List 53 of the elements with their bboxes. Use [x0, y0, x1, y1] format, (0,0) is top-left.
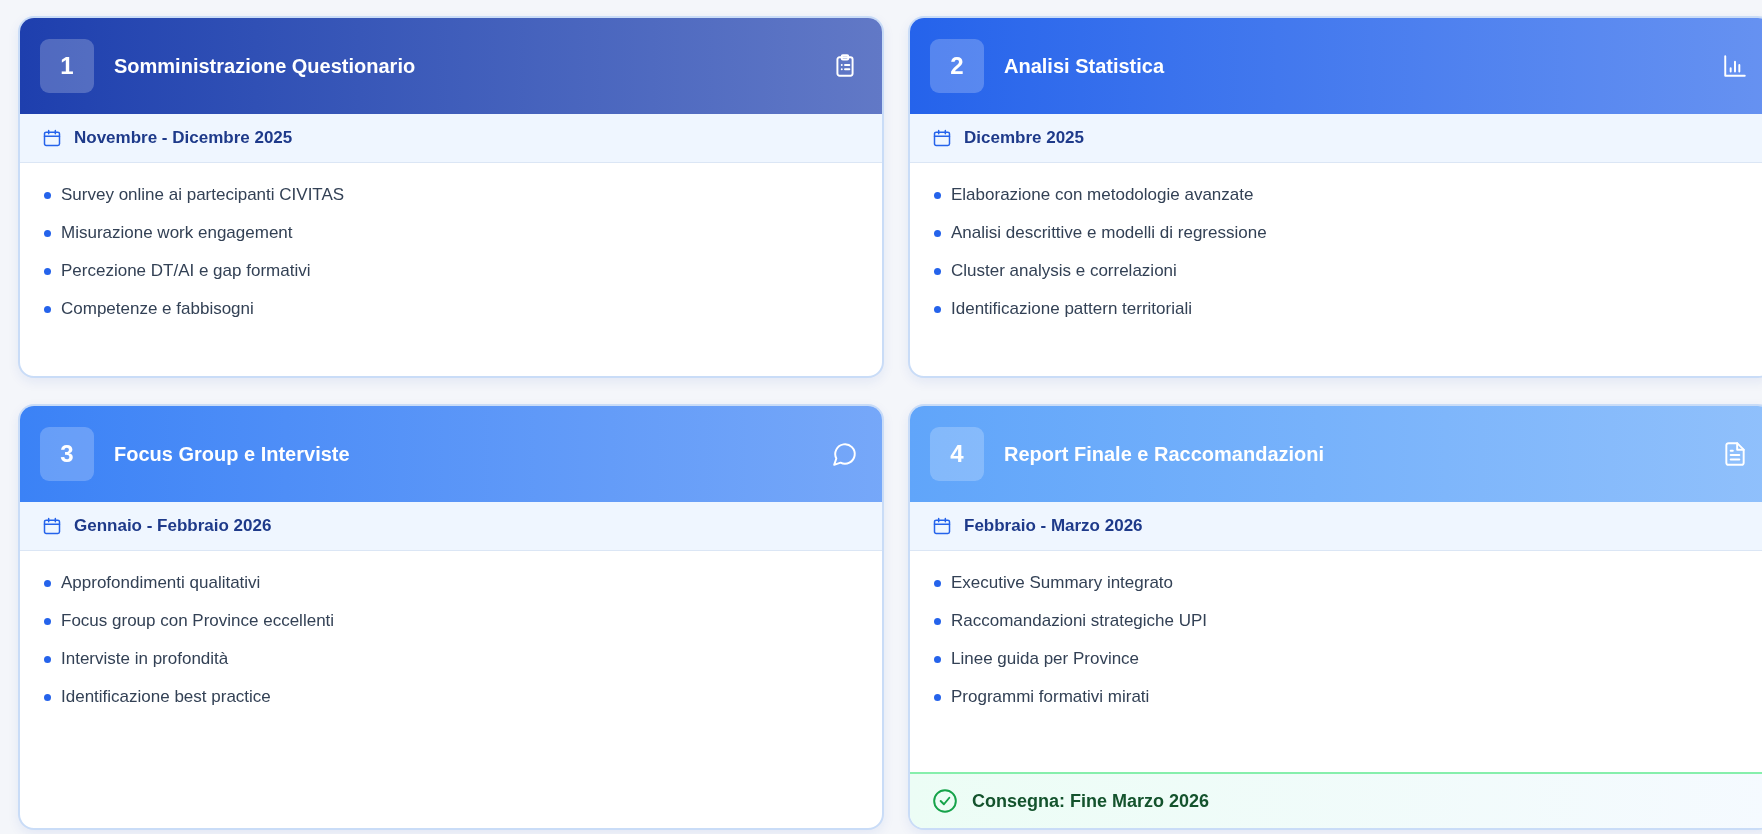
- activity-item: Identificazione best practice: [61, 687, 271, 707]
- bullet-dot: [44, 267, 51, 275]
- bullet-dot: [44, 655, 51, 663]
- activity-item: Identificazione pattern territoriali: [951, 299, 1192, 319]
- activity-item: Percezione DT/AI e gap formativi: [61, 261, 311, 281]
- document-icon: [1722, 441, 1748, 467]
- period-text: Novembre - Dicembre 2025: [74, 128, 293, 148]
- delivery-text: Consegna: Fine Marzo 2026: [972, 790, 1210, 812]
- calendar-icon: [932, 516, 952, 536]
- bullet-dot: [934, 267, 941, 275]
- step-number: 4: [930, 427, 984, 481]
- step-number: 2: [930, 39, 984, 93]
- phase-title: Report Finale e Raccomandazioni: [1004, 442, 1326, 466]
- calendar-icon: [42, 128, 62, 148]
- activity-item: Focus group con Province eccellenti: [61, 611, 335, 631]
- bullet-dot: [934, 305, 941, 313]
- speech-bubble-icon: [832, 441, 858, 467]
- phase-title: Somministrazione Questionario: [114, 54, 417, 78]
- bullet-dot: [44, 191, 51, 199]
- activity-item: Linee guida per Province: [951, 649, 1140, 669]
- bullet-dot: [44, 617, 51, 625]
- period-text: Gennaio - Febbraio 2026: [74, 516, 272, 536]
- bullet-dot: [44, 693, 51, 701]
- check-circle-icon: [932, 788, 958, 814]
- bullet-dot: [934, 693, 941, 701]
- bullet-dot: [44, 579, 51, 587]
- activity-item: Analisi descrittive e modelli di regressione: [951, 223, 1267, 243]
- bar-chart-icon: [1722, 53, 1748, 79]
- activity-item: Competenze e fabbisogni: [61, 299, 254, 319]
- bullet-dot: [934, 229, 941, 237]
- bullet-dot: [934, 617, 941, 625]
- activity-item: Programmi formativi mirati: [951, 687, 1150, 707]
- activity-item: Elaborazione con metodologie avanzate: [951, 185, 1254, 205]
- phase-title: Focus Group e Interviste: [114, 442, 351, 466]
- activity-item: Raccomandazioni strategiche UPI: [951, 611, 1208, 631]
- step-number: 3: [40, 427, 94, 481]
- bullet-dot: [44, 229, 51, 237]
- phase-title: Analisi Statistica: [1004, 54, 1166, 78]
- activity-item: Approfondimenti qualitativi: [61, 573, 261, 593]
- bullet-dot: [44, 305, 51, 313]
- activity-item: Cluster analysis e correlazioni: [951, 261, 1177, 281]
- activity-item: Misurazione work engagement: [61, 223, 293, 243]
- calendar-icon: [42, 516, 62, 536]
- calendar-icon: [932, 128, 952, 148]
- activity-item: Executive Summary integrato: [951, 573, 1174, 593]
- bullet-dot: [934, 655, 941, 663]
- activity-item: Interviste in profondità: [61, 649, 229, 669]
- period-text: Dicembre 2025: [964, 128, 1085, 148]
- bullet-dot: [934, 191, 941, 199]
- period-text: Febbraio - Marzo 2026: [964, 516, 1143, 536]
- activity-item: Survey online ai partecipanti CIVITAS: [61, 185, 345, 205]
- step-number: 1: [40, 39, 94, 93]
- bullet-dot: [934, 579, 941, 587]
